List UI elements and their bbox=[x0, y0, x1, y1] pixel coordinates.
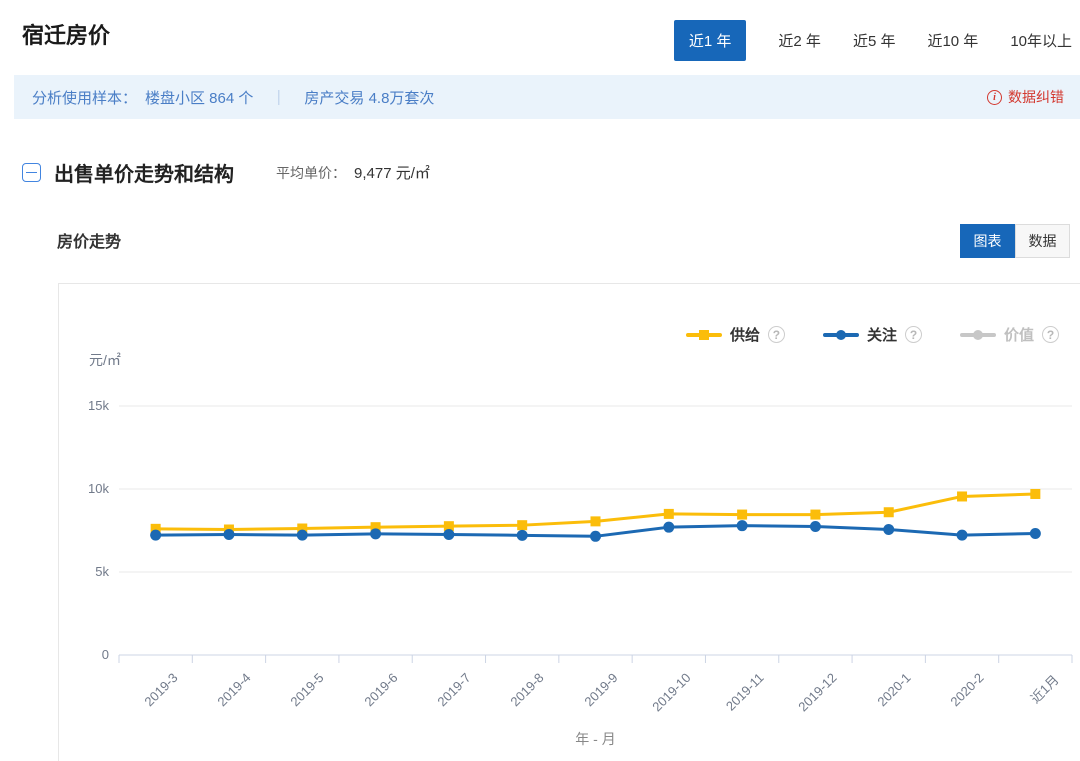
data-point-关注-2019-6[interactable] bbox=[370, 528, 381, 539]
data-view-button[interactable]: 数据 bbox=[1015, 224, 1070, 258]
time-range-tab-1[interactable]: 近1 年 bbox=[674, 20, 747, 61]
data-correction-label: 数据纠错 bbox=[1008, 87, 1064, 107]
sample-info: 分析使用样本： 楼盘小区 864 个 ｜ 房产交易 4.8万套次 bbox=[32, 87, 434, 108]
info-icon: i bbox=[987, 90, 1002, 105]
chart-container: 供给?关注?价值? 元/㎡ 15k10k5k0 2019-32019-42019… bbox=[58, 283, 1080, 761]
data-point-供给-2019-11[interactable] bbox=[737, 510, 747, 520]
trend-plot bbox=[59, 284, 1080, 761]
sample-communities: 楼盘小区 864 个 bbox=[145, 87, 253, 108]
data-point-关注-2019-3[interactable] bbox=[150, 530, 161, 541]
time-range-tabs: 近1 年 近2 年 近5 年 近10 年 10年以上 bbox=[674, 20, 1072, 61]
data-point-供给-2020-2[interactable] bbox=[957, 491, 967, 501]
data-point-关注-2019-7[interactable] bbox=[443, 529, 454, 540]
data-point-关注-2019-11[interactable] bbox=[737, 520, 748, 531]
divider: ｜ bbox=[271, 87, 286, 108]
avg-price-value: 9,477 元/㎡ bbox=[354, 162, 430, 183]
data-point-关注-2019-8[interactable] bbox=[517, 530, 528, 541]
data-correction-link[interactable]: i 数据纠错 bbox=[987, 87, 1064, 107]
data-point-供给-2020-1[interactable] bbox=[884, 507, 894, 517]
chart-title: 房价走势 bbox=[57, 228, 121, 252]
sample-label: 分析使用样本： bbox=[32, 87, 137, 108]
section-title: 出售单价走势和结构 bbox=[54, 158, 234, 187]
data-point-关注-2019-9[interactable] bbox=[590, 531, 601, 542]
data-point-供给-2019-8[interactable] bbox=[517, 520, 527, 530]
sample-transactions: 房产交易 4.8万套次 bbox=[304, 87, 434, 108]
collapse-icon[interactable] bbox=[22, 163, 41, 182]
data-point-供给-2019-10[interactable] bbox=[664, 509, 674, 519]
time-range-tab-4[interactable]: 近10 年 bbox=[927, 30, 978, 51]
time-range-tab-5[interactable]: 10年以上 bbox=[1010, 30, 1072, 51]
page-title: 宿迁房价 bbox=[22, 18, 110, 50]
data-point-关注-2019-4[interactable] bbox=[223, 529, 234, 540]
data-point-关注-2019-10[interactable] bbox=[663, 522, 674, 533]
data-point-关注-2019-5[interactable] bbox=[297, 530, 308, 541]
chart-view-button[interactable]: 图表 bbox=[960, 224, 1015, 258]
data-point-关注-近1月[interactable] bbox=[1030, 528, 1041, 539]
data-point-关注-2020-2[interactable] bbox=[957, 530, 968, 541]
data-point-供给-2019-9[interactable] bbox=[591, 516, 601, 526]
data-point-关注-2020-1[interactable] bbox=[883, 524, 894, 535]
sample-info-bar: 分析使用样本： 楼盘小区 864 个 ｜ 房产交易 4.8万套次 i 数据纠错 bbox=[14, 75, 1080, 119]
data-point-供给-近1月[interactable] bbox=[1030, 489, 1040, 499]
avg-price-label: 平均单价： bbox=[276, 163, 346, 183]
data-point-关注-2019-12[interactable] bbox=[810, 521, 821, 532]
view-toggle: 图表 数据 bbox=[960, 224, 1070, 258]
x-axis-title: 年 - 月 bbox=[119, 729, 1072, 749]
data-point-供给-2019-12[interactable] bbox=[810, 510, 820, 520]
time-range-tab-2[interactable]: 近2 年 bbox=[778, 30, 821, 51]
time-range-tab-3[interactable]: 近5 年 bbox=[853, 30, 896, 51]
section-header: 出售单价走势和结构 平均单价： 9,477 元/㎡ bbox=[22, 158, 430, 187]
